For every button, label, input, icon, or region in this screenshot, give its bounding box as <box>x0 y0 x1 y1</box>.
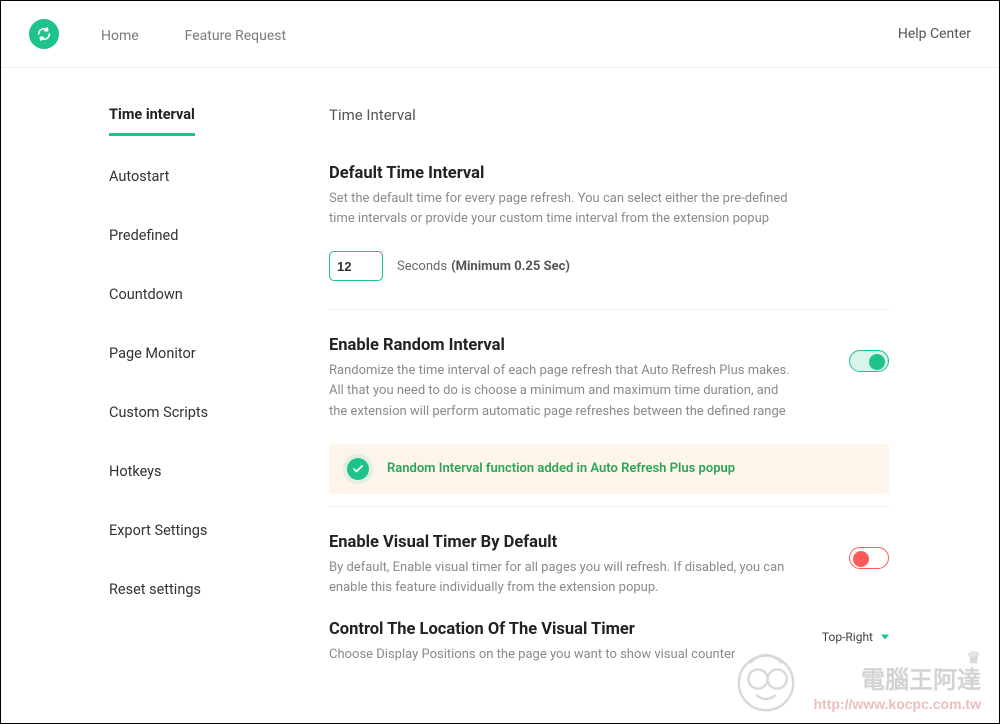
section-timer-location: Control The Location Of The Visual Timer… <box>329 620 889 665</box>
visual-timer-desc: By default, Enable visual timer for all … <box>329 558 799 598</box>
interval-unit-label: Seconds <box>397 259 447 274</box>
main-content: Time Interval Default Time Interval Set … <box>329 106 999 683</box>
watermark-url: http://www.kocpc.com.tw <box>814 696 982 713</box>
interval-min-note: (Minimum 0.25 Sec) <box>451 259 570 274</box>
sidebar-item-reset-settings[interactable]: Reset settings <box>109 581 201 606</box>
sidebar-item-export-settings[interactable]: Export Settings <box>109 522 207 547</box>
random-interval-toggle[interactable] <box>849 350 889 372</box>
section-default-interval: Default Time Interval Set the default ti… <box>329 164 889 310</box>
random-interval-title: Enable Random Interval <box>329 336 799 355</box>
visual-timer-title: Enable Visual Timer By Default <box>329 533 799 552</box>
visual-timer-toggle[interactable] <box>849 547 889 569</box>
nav-help-center[interactable]: Help Center <box>898 26 971 42</box>
section-visual-timer: Enable Visual Timer By Default By defaul… <box>329 533 889 598</box>
section-random-interval: Enable Random Interval Randomize the tim… <box>329 336 889 506</box>
default-interval-desc: Set the default time for every page refr… <box>329 189 799 229</box>
timer-location-select[interactable]: Top-Right <box>818 626 889 648</box>
sidebar-item-countdown[interactable]: Countdown <box>109 286 183 311</box>
alert-text: Random Interval function added in Auto R… <box>387 461 735 476</box>
divider <box>329 309 889 310</box>
timer-location-title: Control The Location Of The Visual Timer <box>329 620 735 639</box>
top-bar: Home Feature Request Help Center <box>1 1 999 68</box>
random-interval-alert: Random Interval function added in Auto R… <box>329 444 889 494</box>
sidebar-item-autostart[interactable]: Autostart <box>109 168 169 193</box>
nav-feature-request[interactable]: Feature Request <box>185 28 286 44</box>
sidebar-item-predefined[interactable]: Predefined <box>109 227 178 252</box>
default-interval-title: Default Time Interval <box>329 164 889 183</box>
default-interval-input[interactable] <box>329 251 383 281</box>
sidebar-item-time-interval[interactable]: Time interval <box>109 106 195 136</box>
page-title: Time Interval <box>329 106 889 124</box>
sidebar-item-custom-scripts[interactable]: Custom Scripts <box>109 404 208 429</box>
divider <box>329 506 889 507</box>
nav-home[interactable]: Home <box>101 28 139 44</box>
sidebar-item-hotkeys[interactable]: Hotkeys <box>109 463 162 488</box>
check-circle-icon <box>347 458 369 480</box>
app-logo <box>29 19 59 49</box>
top-nav: Home Feature Request <box>101 25 328 44</box>
settings-sidebar: Time interval Autostart Predefined Count… <box>1 106 329 683</box>
sidebar-item-page-monitor[interactable]: Page Monitor <box>109 345 196 370</box>
random-interval-desc: Randomize the time interval of each page… <box>329 361 799 421</box>
timer-location-desc: Choose Display Positions on the page you… <box>329 645 735 665</box>
